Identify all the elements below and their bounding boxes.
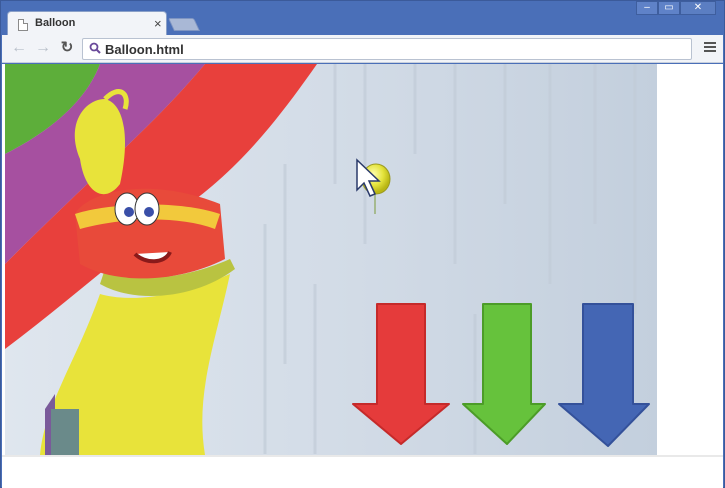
forward-icon[interactable]: → [34, 39, 52, 57]
page-icon [18, 19, 28, 31]
page-content [2, 64, 723, 488]
toolbar: ← → ↻ Balloon.html [2, 35, 723, 63]
horizontal-scrollbar[interactable] [2, 455, 723, 457]
tab-close-icon[interactable]: × [154, 16, 162, 31]
reload-icon[interactable]: ↻ [58, 39, 76, 57]
url-text: Balloon.html [105, 42, 184, 57]
address-bar[interactable]: Balloon.html [82, 38, 692, 60]
new-tab-button[interactable] [167, 18, 201, 31]
game-canvas[interactable] [5, 64, 657, 455]
tab-title: Balloon [35, 17, 76, 29]
close-icon[interactable]: ✕ [680, 1, 716, 15]
back-icon[interactable]: ← [10, 39, 28, 57]
tab-balloon[interactable]: Balloon × [7, 11, 167, 37]
title-bar: Balloon × – ▭ ✕ [1, 1, 724, 37]
window-controls: – ▭ ✕ [636, 1, 716, 15]
maximize-icon[interactable]: ▭ [658, 1, 680, 15]
menu-icon[interactable] [704, 42, 716, 54]
browser-window: Balloon × – ▭ ✕ ← → ↻ Balloon.html [0, 0, 725, 488]
search-icon [89, 42, 103, 56]
minimize-icon[interactable]: – [636, 1, 658, 15]
